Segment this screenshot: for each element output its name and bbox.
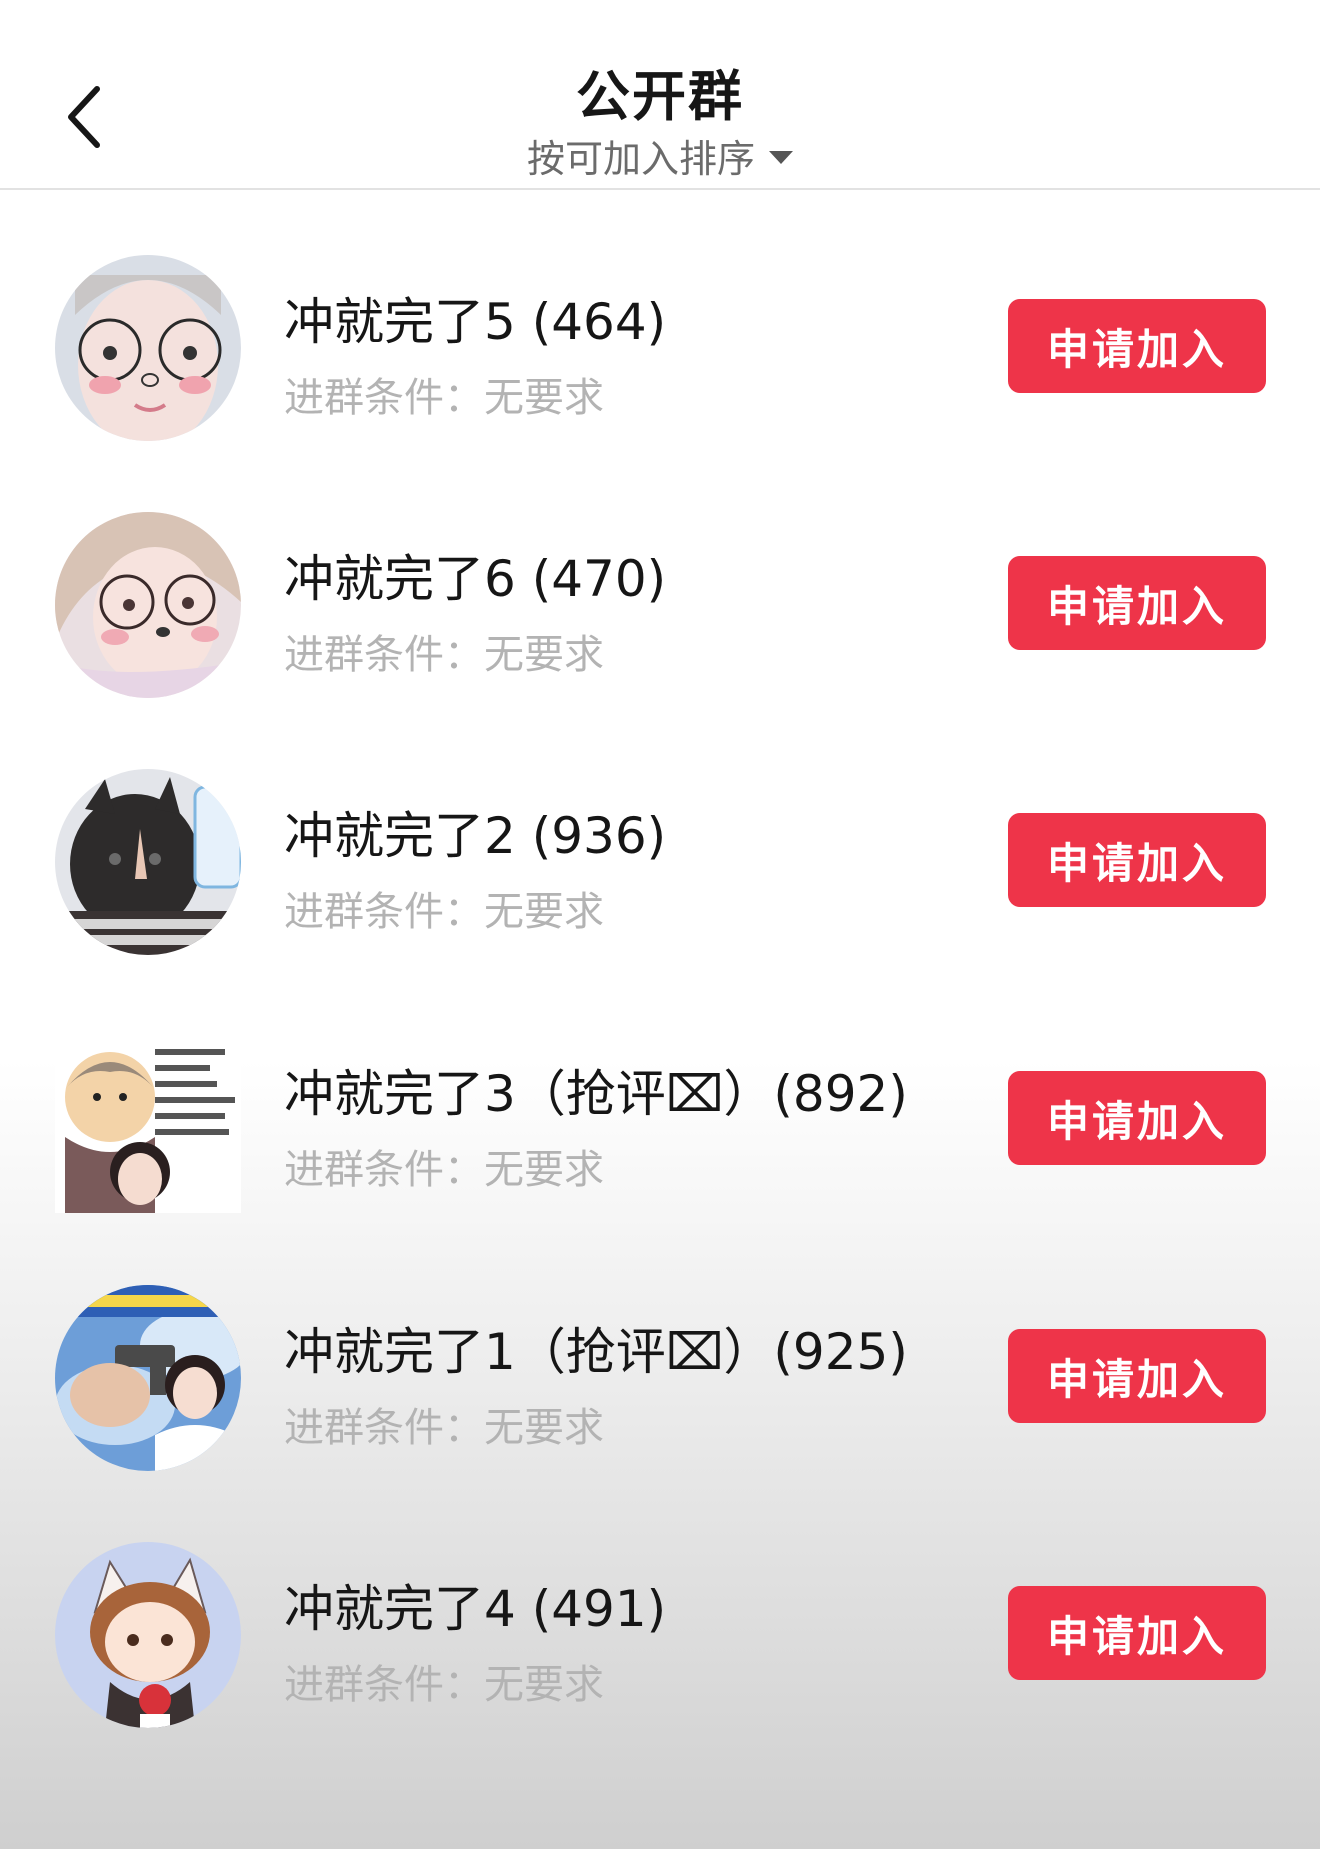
- group-avatar: [55, 1285, 241, 1471]
- group-avatar: [55, 769, 241, 955]
- join-request-button[interactable]: 申请加入: [1008, 556, 1266, 650]
- page-title: 公开群: [576, 65, 744, 128]
- group-row[interactable]: 冲就完了4 (491) 进群条件：无要求 申请加入: [0, 1477, 1320, 1735]
- join-condition: 进群条件：无要求: [284, 1405, 604, 1451]
- group-name: 冲就完了6 (470): [284, 550, 667, 608]
- join-request-button[interactable]: 申请加入: [1008, 1329, 1266, 1423]
- caret-down-icon: [769, 151, 793, 164]
- join-request-button[interactable]: 申请加入: [1008, 813, 1266, 907]
- group-row[interactable]: 冲就完了1（抢评⌧）(925) 进群条件：无要求 申请加入: [0, 1220, 1320, 1478]
- join-request-button[interactable]: 申请加入: [1008, 1586, 1266, 1680]
- group-name: 冲就完了5 (464): [284, 293, 667, 351]
- join-request-button[interactable]: 申请加入: [1008, 1071, 1266, 1165]
- group-avatar: [55, 255, 241, 441]
- group-name: 冲就完了1（抢评⌧）(925): [284, 1323, 908, 1381]
- group-avatar: [55, 512, 241, 698]
- join-condition: 进群条件：无要求: [284, 632, 604, 678]
- group-avatar: [55, 1542, 241, 1728]
- sort-label: 按可加入排序: [526, 137, 755, 181]
- group-avatar: [55, 1027, 241, 1213]
- join-condition: 进群条件：无要求: [284, 375, 604, 421]
- group-name: 冲就完了4 (491): [284, 1580, 667, 1638]
- group-row[interactable]: 冲就完了2 (936) 进群条件：无要求 申请加入: [0, 704, 1320, 962]
- group-row[interactable]: 冲就完了6 (470) 进群条件：无要求 申请加入: [0, 447, 1320, 705]
- group-name: 冲就完了2 (936): [284, 807, 667, 865]
- join-request-button[interactable]: 申请加入: [1008, 299, 1266, 393]
- join-condition: 进群条件：无要求: [284, 1147, 604, 1193]
- join-condition: 进群条件：无要求: [284, 1662, 604, 1708]
- sort-selector[interactable]: 按可加入排序: [0, 128, 1320, 183]
- group-row[interactable]: 冲就完了5 (464) 进群条件：无要求 申请加入: [0, 190, 1320, 448]
- group-row[interactable]: 冲就完了3（抢评⌧）(892) 进群条件：无要求 申请加入: [0, 962, 1320, 1220]
- group-name: 冲就完了3（抢评⌧）(892): [284, 1065, 908, 1123]
- top-bar: 公开群 按可加入排序: [0, 0, 1320, 190]
- join-condition: 进群条件：无要求: [284, 889, 604, 935]
